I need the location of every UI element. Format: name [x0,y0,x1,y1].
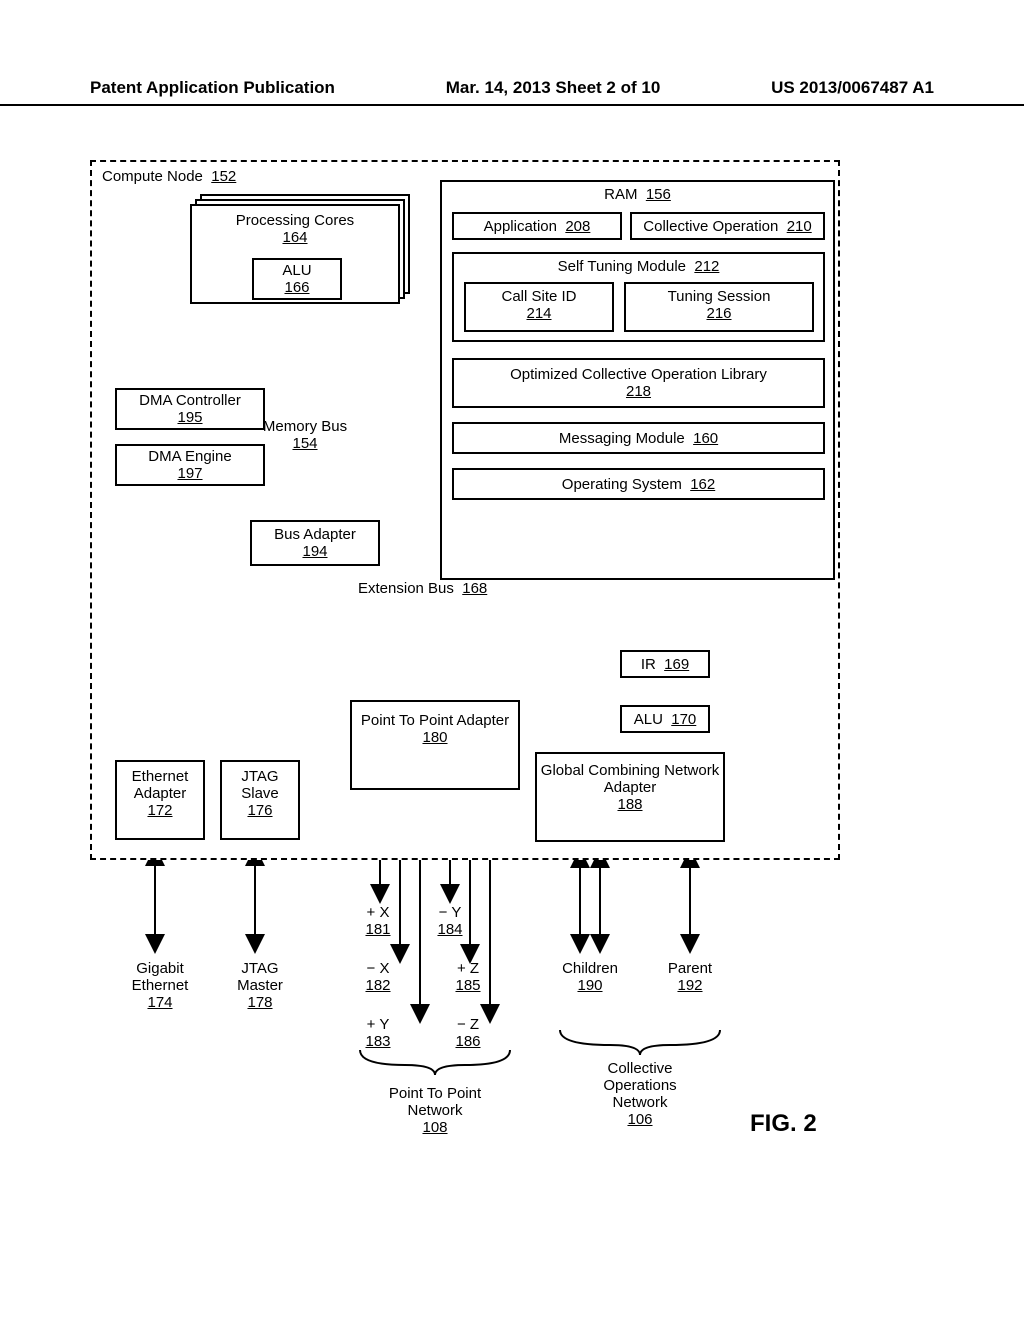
memory-bus-label: Memory Bus 154 [245,418,365,452]
processing-cores-num: 164 [282,229,307,246]
application-box: Application 208 [452,212,622,240]
dma-controller-num: 195 [177,409,202,426]
minus-x-label: − X182 [358,960,398,994]
messaging-module-box: Messaging Module 160 [452,422,825,454]
figure-caption: FIG. 2 [750,1110,817,1138]
p2p-adapter-box: Point To Point Adapter 180 [350,700,520,790]
alu-num: 166 [284,279,309,296]
bus-adapter-box: Bus Adapter 194 [250,520,380,566]
ram-num: 156 [646,186,671,203]
alu2-box: ALU 170 [620,705,710,733]
header-left: Patent Application Publication [90,78,335,98]
minus-z-label: − Z186 [448,1016,488,1050]
tuning-session-box: Tuning Session 216 [624,282,814,332]
collective-network-label: Collective Operations Network 106 [580,1060,700,1128]
dma-engine-num: 197 [177,465,202,482]
extension-bus-label: Extension Bus 168 [358,580,558,597]
dma-controller-box: DMA Controller 195 [115,388,265,430]
processing-cores-box: Processing Cores 164 ALU 166 [190,204,400,304]
ram-box: RAM 156 Application 208 Collective Opera… [440,180,835,580]
jtag-slave-box: JTAG Slave 176 [220,760,300,840]
jtag-master-label: JTAG Master 178 [220,960,300,1011]
plus-z-label: + Z185 [448,960,488,994]
page-header: Patent Application Publication Mar. 14, … [0,78,1024,106]
processing-cores-title: Processing Cores [236,212,354,229]
header-center: Mar. 14, 2013 Sheet 2 of 10 [446,78,661,98]
parent-label: Parent192 [655,960,725,994]
dma-engine-title: DMA Engine [148,448,231,465]
minus-y-label: − Y184 [430,904,470,938]
compute-node-title: Compute Node [102,168,203,185]
children-label: Children190 [550,960,630,994]
dma-controller-title: DMA Controller [139,392,241,409]
call-site-box: Call Site ID 214 [464,282,614,332]
bus-adapter-title: Bus Adapter [274,526,356,543]
page: Patent Application Publication Mar. 14, … [0,0,1024,1320]
figure: Compute Node 152 Processing Cores 164 AL… [90,160,860,1160]
alu-title: ALU [282,262,311,279]
gcn-adapter-box: Global Combining Network Adapter 188 [535,752,725,842]
dma-engine-box: DMA Engine 197 [115,444,265,486]
collective-op-box: Collective Operation 210 [630,212,825,240]
opt-lib-box: Optimized Collective Operation Library 2… [452,358,825,408]
plus-y-label: + Y183 [358,1016,398,1050]
ir-box: IR 169 [620,650,710,678]
plus-x-label: + X181 [358,904,398,938]
gigabit-ethernet-label: Gigabit Ethernet 174 [110,960,210,1011]
ethernet-adapter-box: Ethernet Adapter 172 [115,760,205,840]
header-right: US 2013/0067487 A1 [771,78,934,98]
self-tuning-box: Self Tuning Module 212 Call Site ID 214 … [452,252,825,342]
p2p-network-label: Point To Point Network 108 [370,1085,500,1136]
operating-system-box: Operating System 162 [452,468,825,500]
ram-title: RAM [604,186,637,203]
alu-box: ALU 166 [252,258,342,300]
bus-adapter-num: 194 [302,543,327,560]
compute-node-num: 152 [211,168,236,185]
